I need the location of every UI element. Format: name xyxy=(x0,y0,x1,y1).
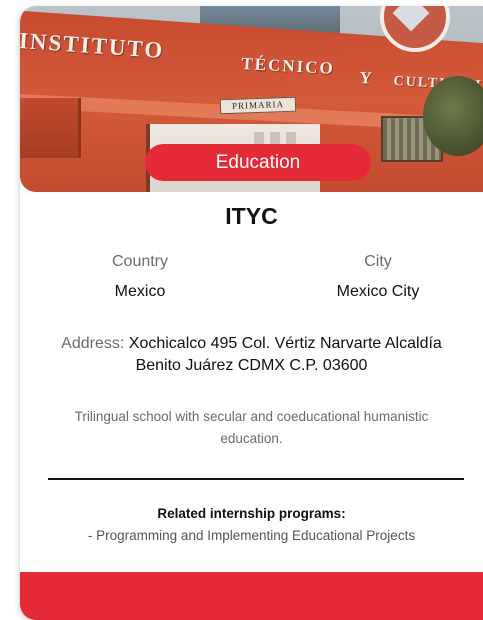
facade-sign: PRIMARIA xyxy=(219,96,297,115)
divider xyxy=(48,478,464,480)
country-field: Country Mexico xyxy=(40,252,240,302)
related-programs-heading: Related internship programs: xyxy=(157,506,346,521)
facade-lettering: INSTITUTO TÉCNICO Y CULTURAL xyxy=(20,28,483,94)
address-label: Address: xyxy=(61,335,125,352)
city-label: City xyxy=(364,253,392,270)
city-field: City Mexico City xyxy=(278,252,478,302)
school-name: ITYC xyxy=(225,203,278,229)
address: Address: Xochicalco 495 Col. Vértiz Narv… xyxy=(60,333,443,377)
related-program-item: - Programming and Implementing Education… xyxy=(87,528,416,543)
school-card: INSTITUTO TÉCNICO Y CULTURAL PRIMARIA Ed… xyxy=(20,6,483,620)
country-label: Country xyxy=(111,253,169,270)
card-footer-bar xyxy=(20,572,483,620)
school-description: Trilingual school with secular and coedu… xyxy=(74,409,429,446)
city-value: Mexico City xyxy=(336,283,420,300)
address-value: Xochicalco 495 Col. Vértiz Narvarte Alca… xyxy=(128,335,442,374)
country-value: Mexico xyxy=(114,283,166,300)
category-badge: Education xyxy=(145,144,371,181)
